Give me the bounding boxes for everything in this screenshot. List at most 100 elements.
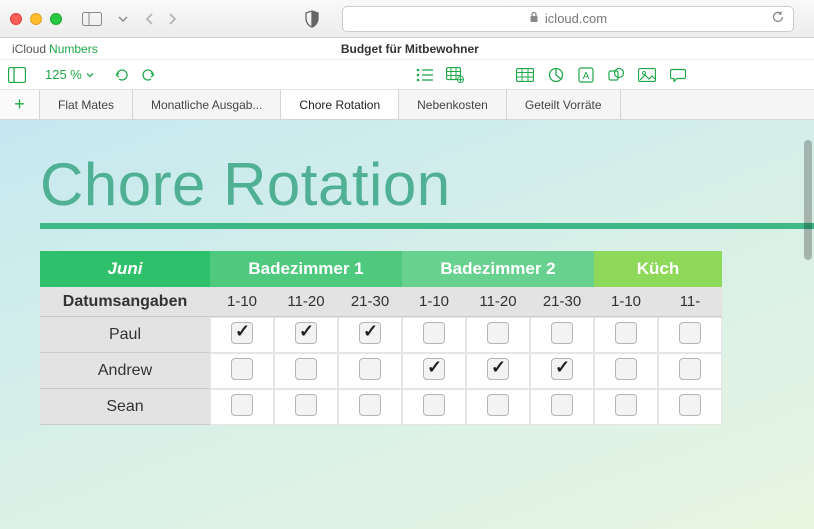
table-group-header[interactable]: Badezimmer 2 — [402, 251, 594, 287]
close-window-button[interactable] — [10, 13, 22, 25]
checkbox[interactable] — [423, 394, 445, 416]
chore-table[interactable]: JuniBadezimmer 1Badezimmer 2Küch Datumsan… — [40, 251, 722, 425]
checkbox-cell[interactable] — [594, 389, 658, 425]
list-style-button[interactable] — [416, 68, 434, 82]
checkbox-cell[interactable] — [274, 389, 338, 425]
checkbox-cell[interactable] — [594, 353, 658, 389]
insert-chart-button[interactable] — [548, 67, 564, 83]
row-name-cell[interactable]: Paul — [40, 317, 210, 353]
checkbox[interactable] — [423, 322, 445, 344]
checkbox-cell[interactable] — [530, 353, 594, 389]
sidebar-toggle-button[interactable] — [78, 10, 106, 28]
sheet-tab-1[interactable]: Monatliche Ausgab... — [133, 90, 281, 119]
date-range-header[interactable]: 21-30 — [530, 287, 594, 317]
dates-label[interactable]: Datumsangaben — [40, 287, 210, 317]
checkbox[interactable] — [679, 358, 701, 380]
checkbox[interactable] — [615, 358, 637, 380]
checkbox[interactable] — [295, 394, 317, 416]
checkbox-cell[interactable] — [210, 389, 274, 425]
checkbox[interactable] — [359, 394, 381, 416]
format-panel-button[interactable] — [8, 67, 26, 83]
sheet-tab-3[interactable]: Nebenkosten — [399, 90, 507, 119]
maximize-window-button[interactable] — [50, 13, 62, 25]
spreadsheet-canvas[interactable]: Chore Rotation JuniBadezimmer 1Badezimme… — [0, 120, 814, 529]
minimize-window-button[interactable] — [30, 13, 42, 25]
checkbox-cell[interactable] — [210, 317, 274, 353]
insert-comment-button[interactable] — [670, 68, 686, 82]
back-button[interactable] — [140, 10, 160, 28]
sheet-tab-4[interactable]: Geteilt Vorräte — [507, 90, 621, 119]
checkbox[interactable] — [551, 322, 573, 344]
table-row: Paul — [40, 317, 722, 353]
reload-button[interactable] — [771, 10, 785, 27]
checkbox[interactable] — [551, 358, 573, 380]
privacy-shield-icon[interactable] — [300, 8, 324, 30]
checkbox[interactable] — [231, 358, 253, 380]
checkbox[interactable] — [615, 394, 637, 416]
checkbox-cell[interactable] — [338, 317, 402, 353]
checkbox[interactable] — [679, 322, 701, 344]
checkbox[interactable] — [359, 322, 381, 344]
document-title: Budget für Mitbewohner — [98, 42, 722, 56]
checkbox-cell[interactable] — [530, 317, 594, 353]
zoom-value: 125 % — [45, 67, 82, 82]
row-name-cell[interactable]: Andrew — [40, 353, 210, 389]
address-bar[interactable]: icloud.com — [342, 6, 794, 32]
checkbox-cell[interactable] — [274, 317, 338, 353]
sheet-tab-2[interactable]: Chore Rotation — [281, 90, 399, 119]
checkbox-cell[interactable] — [594, 317, 658, 353]
date-range-header[interactable]: 1-10 — [210, 287, 274, 317]
checkbox[interactable] — [231, 322, 253, 344]
checkbox-cell[interactable] — [658, 389, 722, 425]
checkbox-cell[interactable] — [210, 353, 274, 389]
redo-button[interactable] — [141, 67, 157, 83]
insert-media-button[interactable] — [638, 68, 656, 82]
table-group-header[interactable]: Badezimmer 1 — [210, 251, 402, 287]
svg-text:A: A — [583, 71, 590, 82]
checkbox-cell[interactable] — [338, 353, 402, 389]
checkbox[interactable] — [487, 358, 509, 380]
checkbox[interactable] — [551, 394, 573, 416]
checkbox[interactable] — [487, 322, 509, 344]
checkbox-cell[interactable] — [530, 389, 594, 425]
dropdown-chevron-icon[interactable] — [114, 13, 132, 25]
checkbox-cell[interactable] — [466, 353, 530, 389]
zoom-control[interactable]: 125 % — [38, 64, 101, 85]
forward-button[interactable] — [162, 10, 182, 28]
table-month-header[interactable]: Juni — [40, 251, 210, 287]
checkbox-cell[interactable] — [338, 389, 402, 425]
checkbox-cell[interactable] — [658, 317, 722, 353]
date-range-header[interactable]: 1-10 — [594, 287, 658, 317]
insert-table-button[interactable] — [516, 68, 534, 82]
checkbox[interactable] — [423, 358, 445, 380]
checkbox-cell[interactable] — [466, 317, 530, 353]
checkbox[interactable] — [359, 358, 381, 380]
checkbox[interactable] — [295, 358, 317, 380]
date-range-header[interactable]: 21-30 — [338, 287, 402, 317]
insert-category-button[interactable] — [446, 67, 464, 83]
row-name-cell[interactable]: Sean — [40, 389, 210, 425]
insert-shape-button[interactable] — [608, 67, 624, 83]
checkbox-cell[interactable] — [402, 389, 466, 425]
table-group-header[interactable]: Küch — [594, 251, 722, 287]
checkbox[interactable] — [487, 394, 509, 416]
date-range-header[interactable]: 11- — [658, 287, 722, 317]
vertical-scrollbar[interactable] — [804, 140, 812, 260]
checkbox[interactable] — [231, 394, 253, 416]
checkbox[interactable] — [295, 322, 317, 344]
checkbox-cell[interactable] — [466, 389, 530, 425]
undo-button[interactable] — [113, 67, 129, 83]
date-range-header[interactable]: 1-10 — [402, 287, 466, 317]
checkbox-cell[interactable] — [658, 353, 722, 389]
checkbox-cell[interactable] — [274, 353, 338, 389]
date-range-header[interactable]: 11-20 — [466, 287, 530, 317]
checkbox-cell[interactable] — [402, 353, 466, 389]
date-range-header[interactable]: 11-20 — [274, 287, 338, 317]
chevron-down-icon — [86, 71, 94, 79]
insert-text-button[interactable]: A — [578, 67, 594, 83]
checkbox[interactable] — [679, 394, 701, 416]
checkbox-cell[interactable] — [402, 317, 466, 353]
sheet-tab-0[interactable]: Flat Mates — [40, 90, 133, 119]
checkbox[interactable] — [615, 322, 637, 344]
add-sheet-button[interactable]: + — [0, 90, 40, 119]
